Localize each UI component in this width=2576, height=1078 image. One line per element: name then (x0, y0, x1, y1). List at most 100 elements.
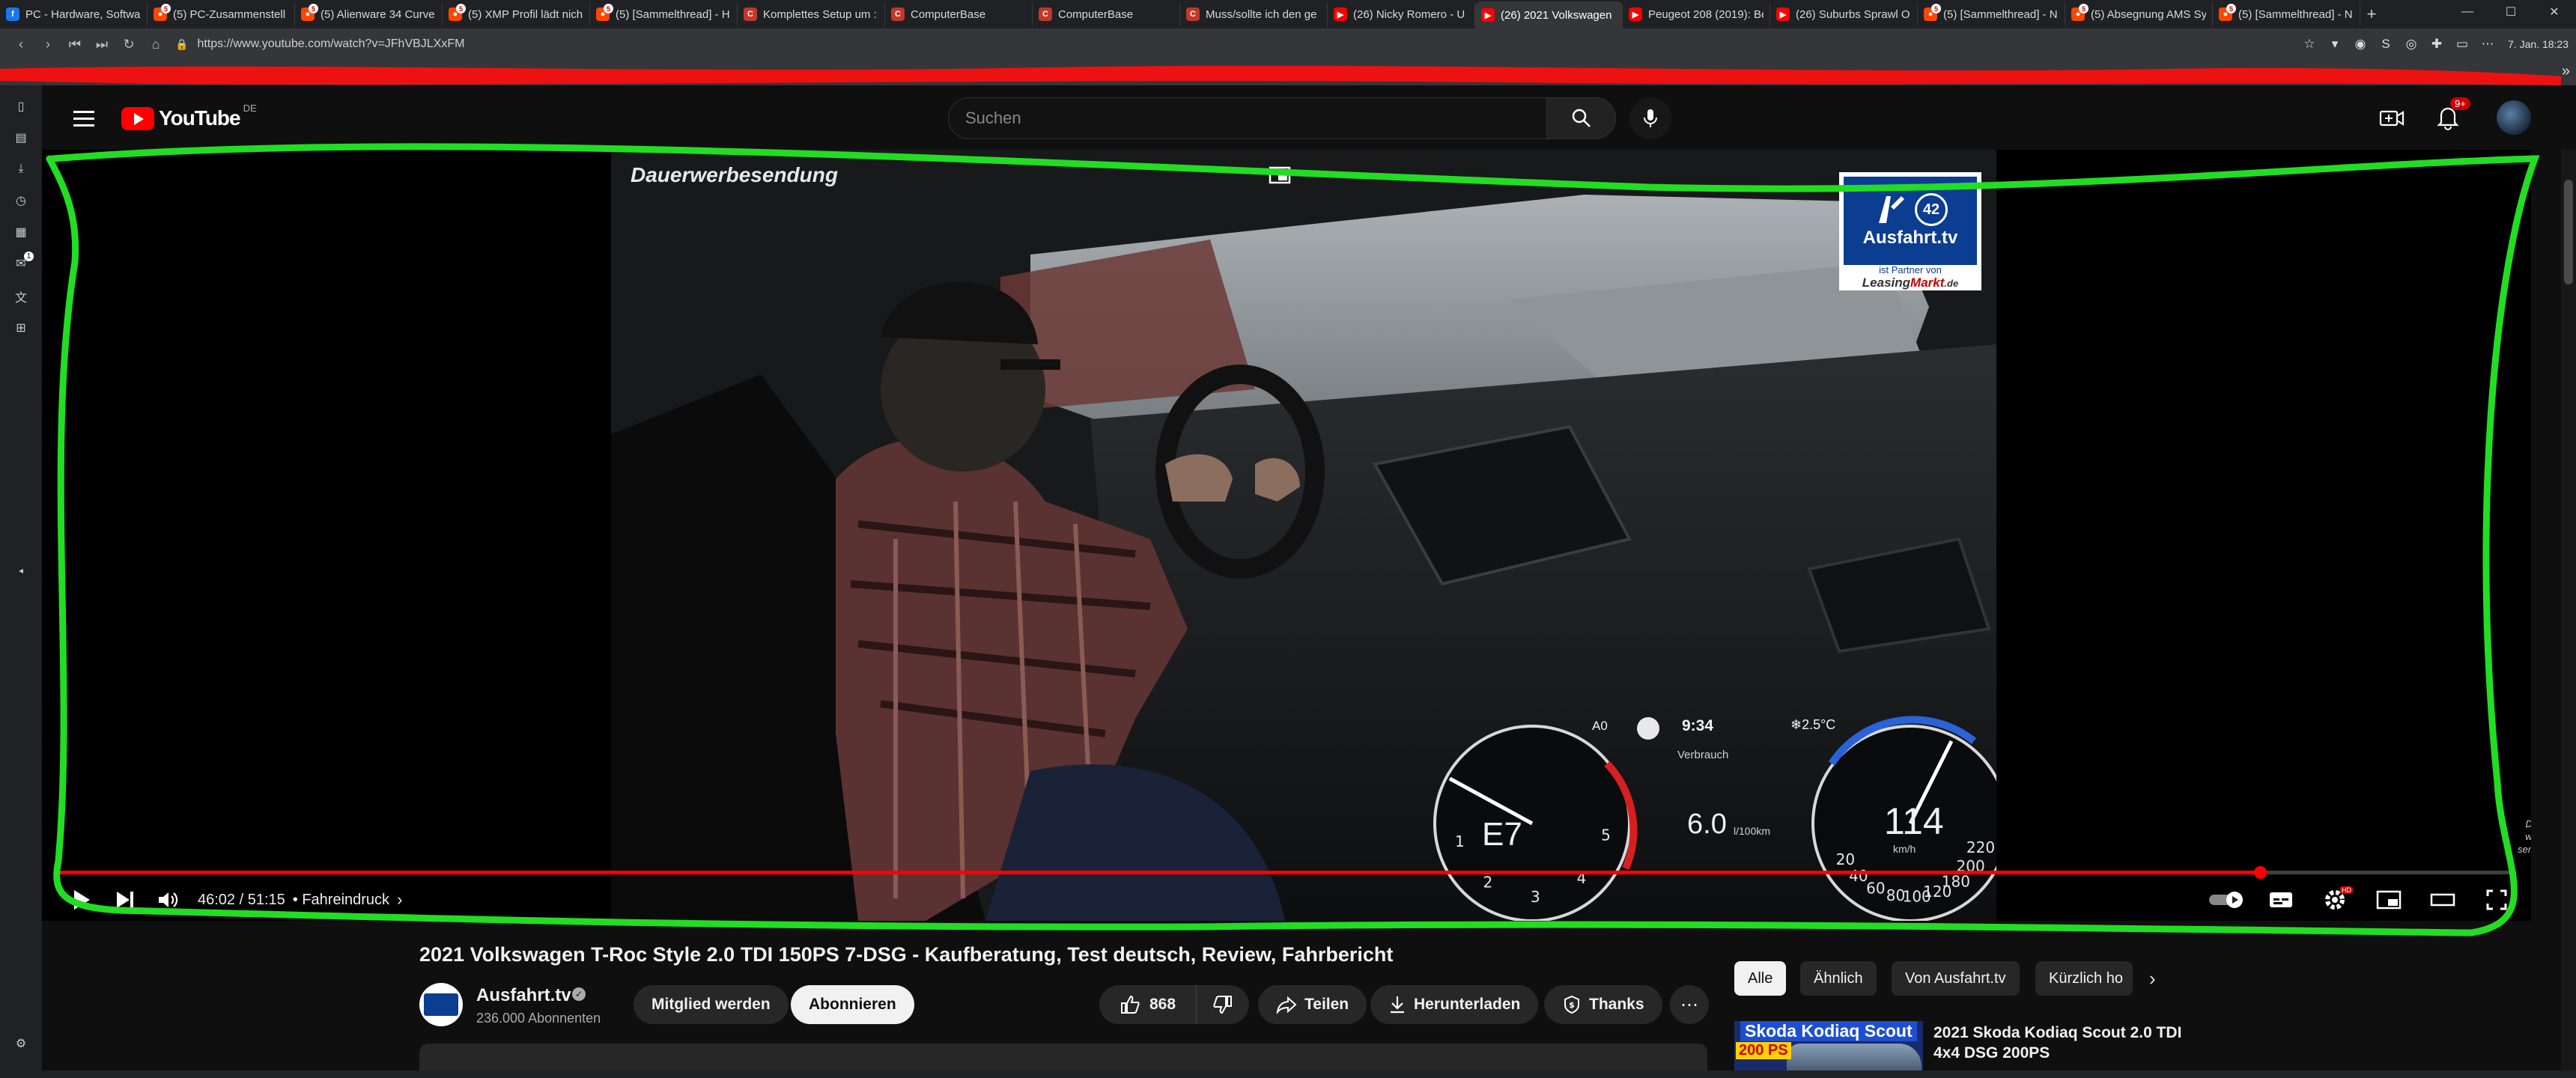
chip-all[interactable]: Alle (1734, 961, 1787, 996)
youtube-logo[interactable]: YouTube DE (121, 103, 257, 130)
video-frame[interactable]: Dauerwerbesendung 42 Ausfahrt.tv ist Par… (611, 150, 1996, 921)
recommendation-thumbnail[interactable]: Skoda Kodiaq Scout 200 PS (1734, 1021, 1923, 1078)
browser-tab[interactable]: ▶ (26) Nicky Romero - U (1328, 2, 1475, 26)
first-page-icon[interactable]: ⏮ (61, 31, 88, 58)
browser-tab[interactable]: ▶ Peugeot 208 (2019): Be (1623, 2, 1770, 26)
tab-title: (26) Suburbs Sprawl O (1796, 7, 1910, 21)
youtube-play-icon (121, 106, 154, 130)
recommendation-title[interactable]: 2021 Skoda Kodiaq Scout 2.0 TDI 4x4 DSG … (1933, 1023, 2188, 1078)
search-input[interactable]: Suchen (948, 97, 1547, 139)
notifications-button[interactable]: 9+ (2435, 97, 2470, 134)
new-tab-button[interactable]: + (2360, 3, 2383, 25)
autoplay-toggle[interactable] (2200, 883, 2254, 916)
sidebar-toggle-icon[interactable]: ▭ (2449, 31, 2475, 57)
bookmark-panel-icon[interactable]: ▯ (10, 96, 31, 117)
s-extension-icon[interactable]: S (2373, 31, 2399, 57)
back-button[interactable]: ‹ (7, 31, 34, 58)
more-bookmarks-icon[interactable]: » (2562, 63, 2570, 80)
join-button[interactable]: Mitglied werden (634, 985, 789, 1024)
mute-button[interactable] (147, 883, 190, 916)
panda-extension-icon[interactable]: ◉ (2348, 31, 2373, 57)
channel-name[interactable]: Ausfahrt.tv (476, 985, 571, 1006)
browser-tab[interactable]: ● 5 (5) PC-Zusammenstell (148, 2, 295, 26)
verified-check-icon: ✓ (572, 987, 586, 1001)
create-video-icon[interactable] (2378, 105, 2405, 132)
search-button[interactable] (1547, 97, 1616, 139)
menu-dots-icon[interactable]: ⋯ (2475, 31, 2500, 57)
url-field[interactable]: 🔒 https://www.youtube.com/watch?v=JFhVBJ… (175, 33, 2122, 55)
gauge-tick-label: 40 (1849, 867, 1868, 885)
voice-search-button[interactable] (1629, 97, 1671, 139)
channel-avatar[interactable] (419, 983, 463, 1026)
settings-button[interactable]: HD (2308, 883, 2362, 916)
settings-gear-icon[interactable]: ⚙ (10, 1033, 31, 1054)
like-button[interactable]: 868 (1099, 985, 1197, 1024)
page-scrollbar[interactable] (2561, 150, 2576, 1078)
miniplayer-button[interactable] (2362, 883, 2416, 916)
history-icon[interactable]: ◷ (10, 190, 31, 211)
progress-bar[interactable] (57, 866, 2516, 879)
video-player[interactable]: Dauerwerbesendung 42 Ausfahrt.tv ist Par… (42, 150, 2531, 921)
home-button[interactable]: ⌂ (142, 31, 169, 58)
chapter-chevron-icon[interactable]: › (397, 890, 402, 910)
scrollbar-thumb[interactable] (2564, 180, 2573, 284)
share-button[interactable]: Teilen (1258, 985, 1367, 1024)
subscribe-button[interactable]: Abonnieren (791, 985, 914, 1024)
search-placeholder: Suchen (965, 109, 1021, 127)
dislike-button[interactable] (1197, 985, 1249, 1024)
browser-tab[interactable]: ● 5 (5) [Sammelthread] - N (2213, 2, 2360, 26)
browser-tab[interactable]: ▶ (26) 2021 Volkswagen (1475, 1, 1623, 28)
reload-button[interactable]: ↻ (115, 31, 142, 58)
add-panel-icon[interactable]: ⊞ (10, 317, 31, 338)
tab-title: (5) Absegnung AMS Sy (2091, 7, 2206, 21)
browser-tab[interactable]: C ComputerBase (885, 2, 1033, 26)
hamburger-menu-icon[interactable] (70, 105, 97, 132)
browser-tab[interactable]: ● 5 (5) [Sammelthread] - N (1918, 2, 2065, 26)
browser-tab[interactable]: C Komplettes Setup um : (738, 2, 885, 26)
collapse-sidebar-icon[interactable]: ◂ (10, 560, 31, 581)
computerbase-favicon-icon: C (1039, 7, 1052, 21)
translate-icon[interactable]: 文 (10, 286, 31, 307)
browser-tab[interactable]: C ComputerBase (1033, 2, 1180, 26)
dash-consumption-unit: l/100km (1734, 825, 1771, 837)
play-button[interactable] (60, 883, 103, 916)
puzzle-extensions-icon[interactable]: ✚ (2424, 31, 2449, 57)
dash-consumption: 6.0 (1687, 808, 1727, 840)
theater-mode-button[interactable] (2416, 883, 2470, 916)
download-button[interactable]: Herunterladen (1370, 985, 1539, 1024)
computerbase-favicon-icon: C (1186, 7, 1200, 21)
chips-next-chevron-icon[interactable]: › (2149, 967, 2156, 990)
browser-tab[interactable]: ▶ (26) Suburbs Sprawl O (1770, 2, 1918, 26)
browser-tab[interactable]: C Muss/sollte ich den ge (1180, 2, 1328, 26)
chip-from-channel[interactable]: Von Ausfahrt.tv (1892, 961, 2020, 996)
chapter-title[interactable]: • Fahreindruck (293, 892, 389, 909)
browser-tab[interactable]: f PC - Hardware, Softwar (0, 2, 148, 26)
minimize-button[interactable]: — (2446, 0, 2489, 24)
maximize-button[interactable]: ☐ (2489, 0, 2533, 24)
notes-icon[interactable]: ▦ (10, 222, 31, 243)
browser-tab[interactable]: ● 5 (5) Alienware 34 Curve (295, 2, 443, 26)
messages-icon[interactable]: ✉ 1 (10, 252, 34, 274)
download-icon[interactable]: ⤓ (10, 159, 31, 180)
account-avatar[interactable] (2497, 100, 2531, 135)
browser-tab[interactable]: ● 5 (5) [Sammelthread] - H (590, 2, 738, 26)
reading-list-icon[interactable]: ▤ (10, 127, 31, 148)
more-actions-button[interactable]: ⋯ (1670, 985, 1709, 1024)
hd-badge-icon: HD (2340, 886, 2353, 894)
progress-scrubber[interactable] (2254, 866, 2267, 879)
last-page-icon[interactable]: ⏭ (88, 31, 115, 58)
bookmark-star-icon[interactable]: ☆ (2297, 31, 2322, 57)
subtitles-button[interactable] (2254, 883, 2308, 916)
fullscreen-button[interactable] (2470, 883, 2524, 916)
browser-tab[interactable]: ● 5 (5) XMP Profil lädt nich (443, 2, 590, 26)
next-video-button[interactable] (103, 883, 147, 916)
chip-recently-uploaded[interactable]: Kürzlich ho (2035, 961, 2133, 996)
thanks-button[interactable]: $ Thanks (1544, 985, 1662, 1024)
gauge-tick-label: 3 (1531, 888, 1540, 906)
chip-similar[interactable]: Ähnlich (1800, 961, 1877, 996)
camera-extension-icon[interactable]: ◎ (2399, 31, 2424, 57)
dropdown-icon[interactable]: ▾ (2322, 31, 2348, 57)
browser-tab[interactable]: ● 5 (5) Absegnung AMS Sy (2065, 2, 2213, 26)
close-window-button[interactable]: ✕ (2533, 0, 2576, 24)
forward-button[interactable]: › (34, 31, 61, 58)
